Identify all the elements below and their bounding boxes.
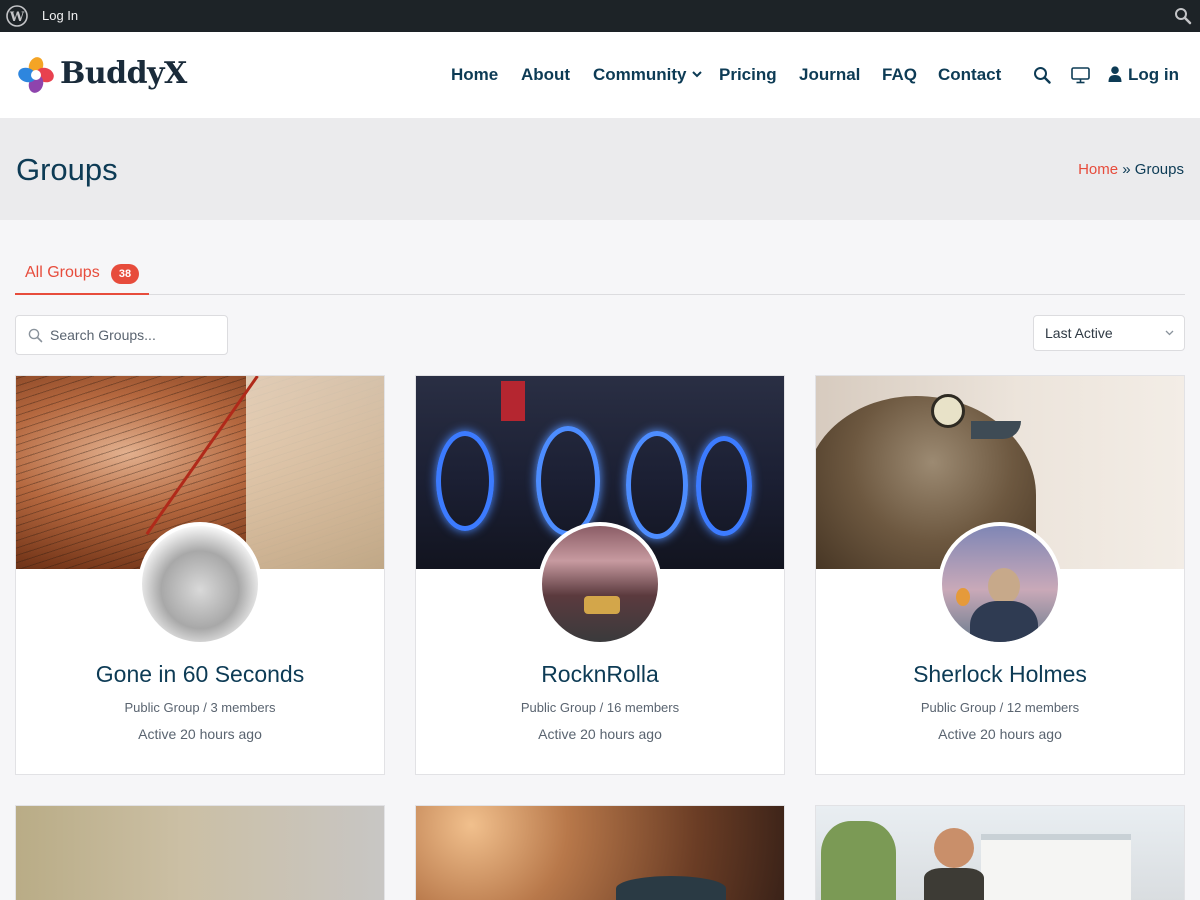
group-sort-select[interactable]: Last Active <box>1033 315 1185 351</box>
group-cover-image[interactable] <box>16 806 384 900</box>
group-card[interactable] <box>415 805 785 900</box>
nav-faq[interactable]: FAQ <box>882 65 917 85</box>
nav-home[interactable]: Home <box>451 65 498 85</box>
monitor-icon[interactable] <box>1071 67 1090 84</box>
group-avatar[interactable] <box>938 522 1062 646</box>
main-navigation: Home About Community Pricing Journal FAQ… <box>0 65 1200 87</box>
group-last-active: Active 20 hours ago <box>138 726 262 742</box>
group-last-active: Active 20 hours ago <box>938 726 1062 742</box>
group-card[interactable]: Gone in 60 Seconds Public Group / 3 memb… <box>15 375 385 775</box>
group-cover-image[interactable] <box>816 806 1184 900</box>
group-name[interactable]: RocknRolla <box>416 661 784 688</box>
group-search-input[interactable] <box>50 317 220 353</box>
group-cover-image[interactable] <box>416 806 784 900</box>
group-avatar[interactable] <box>538 522 662 646</box>
breadcrumb-current: Groups <box>1134 161 1184 178</box>
group-tabs: All Groups 38 <box>15 255 1185 295</box>
group-last-active: Active 20 hours ago <box>538 726 662 742</box>
nav-about[interactable]: About <box>521 65 570 85</box>
group-search-box <box>15 315 228 355</box>
admin-bar: W Log In <box>0 0 1200 32</box>
group-card[interactable]: RocknRolla Public Group / 16 members Act… <box>415 375 785 775</box>
group-card[interactable] <box>15 805 385 900</box>
breadcrumb-home-link[interactable]: Home <box>1078 161 1118 178</box>
group-meta: Public Group / 16 members <box>520 700 680 715</box>
group-name[interactable]: Sherlock Holmes <box>816 661 1184 688</box>
svg-text:W: W <box>9 10 25 25</box>
group-card[interactable] <box>815 805 1185 900</box>
group-avatar[interactable] <box>138 522 262 646</box>
nav-community[interactable]: Community <box>593 65 687 85</box>
group-card[interactable]: Sherlock Holmes Public Group / 12 member… <box>815 375 1185 775</box>
nav-journal[interactable]: Journal <box>799 65 860 85</box>
chevron-down-icon[interactable] <box>692 70 702 78</box>
page-title: Groups <box>16 152 118 187</box>
tab-all-groups[interactable]: All Groups 38 <box>15 255 149 295</box>
breadcrumb-separator: » <box>1122 161 1131 178</box>
group-name[interactable]: Gone in 60 Seconds <box>16 661 384 688</box>
site-header: BuddyX Home About Community Pricing Jour… <box>0 32 1200 118</box>
wordpress-icon[interactable]: W <box>6 5 28 27</box>
search-icon[interactable] <box>1033 66 1051 84</box>
nav-pricing[interactable]: Pricing <box>719 65 777 85</box>
search-icon[interactable] <box>1174 7 1192 25</box>
breadcrumb: Home » Groups <box>1078 161 1184 178</box>
group-meta: Public Group / 12 members <box>920 700 1080 715</box>
user-icon[interactable] <box>1108 66 1122 82</box>
login-link[interactable]: Log in <box>1128 65 1179 85</box>
nav-contact[interactable]: Contact <box>938 65 1001 85</box>
tab-all-groups-label: All Groups <box>25 264 100 281</box>
admin-login-link[interactable]: Log In <box>42 8 78 23</box>
group-count-badge: 38 <box>111 264 139 284</box>
sort-selected-value: Last Active <box>1045 325 1113 341</box>
page-title-band: Groups Home » Groups <box>0 118 1200 220</box>
search-icon <box>28 328 43 343</box>
chevron-down-icon <box>1165 330 1174 336</box>
group-meta: Public Group / 3 members <box>124 700 276 715</box>
